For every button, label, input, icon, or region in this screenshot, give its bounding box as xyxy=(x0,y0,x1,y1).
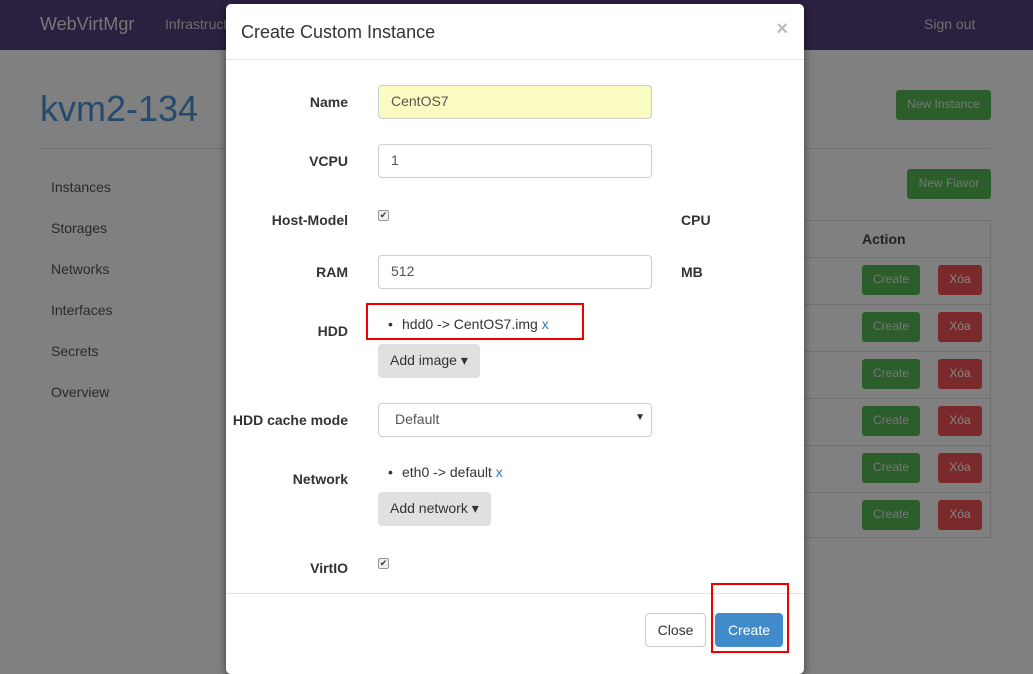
row-divider xyxy=(781,304,990,305)
add-network-label: Add network xyxy=(390,500,468,516)
cache-mode-select[interactable]: Default ▼ xyxy=(378,403,652,437)
sidebar-item-interfaces[interactable]: Interfaces xyxy=(51,302,112,318)
sidebar-item-networks[interactable]: Networks xyxy=(51,261,109,277)
name-input[interactable]: CentOS7 xyxy=(378,85,652,119)
ram-unit: MB xyxy=(681,264,703,280)
row-create-button[interactable]: Create xyxy=(862,453,920,483)
highlight-box xyxy=(366,303,584,340)
sidebar-item-instances[interactable]: Instances xyxy=(51,179,111,195)
virtio-checkbox[interactable]: ✔ xyxy=(378,558,389,569)
row-create-button[interactable]: Create xyxy=(862,359,920,389)
row-create-button[interactable]: Create xyxy=(862,406,920,436)
cache-mode-label: HDD cache mode xyxy=(232,412,348,428)
row-divider xyxy=(781,445,990,446)
row-delete-button[interactable]: Xóa xyxy=(938,359,982,389)
sidebar-item-storages[interactable]: Storages xyxy=(51,220,107,236)
row-delete-button[interactable]: Xóa xyxy=(938,453,982,483)
add-image-button[interactable]: Add image ▾ xyxy=(378,344,480,378)
vcpu-input[interactable]: 1 xyxy=(378,144,652,178)
row-create-button[interactable]: Create xyxy=(862,312,920,342)
sidebar-item-secrets[interactable]: Secrets xyxy=(51,343,98,359)
row-create-button[interactable]: Create xyxy=(862,500,920,530)
add-network-button[interactable]: Add network ▾ xyxy=(378,492,491,526)
vcpu-label: VCPU xyxy=(309,153,348,169)
hdd-label: HDD xyxy=(317,323,348,339)
cache-mode-value: Default xyxy=(395,411,440,427)
sidebar-item-overview[interactable]: Overview xyxy=(51,384,109,400)
virtio-label: VirtIO xyxy=(310,560,348,576)
chevron-down-icon: ▼ xyxy=(635,412,645,423)
flavor-table: Action Create Xóa Create Xóa Create Xóa … xyxy=(780,220,991,538)
brand-link[interactable]: WebVirtMgr xyxy=(40,14,134,35)
row-delete-button[interactable]: Xóa xyxy=(938,265,982,295)
network-item-text: eth0 -> default xyxy=(402,464,492,480)
modal-title: Create Custom Instance xyxy=(241,22,436,42)
row-create-button[interactable]: Create xyxy=(862,265,920,295)
network-item: eth0 -> default x xyxy=(388,464,503,480)
cpu-unit: CPU xyxy=(681,212,711,228)
row-delete-button[interactable]: Xóa xyxy=(938,500,982,530)
ram-input[interactable]: 512 xyxy=(378,255,652,289)
page-title: kvm2-134 xyxy=(40,88,199,129)
ram-label: RAM xyxy=(316,264,348,280)
row-delete-button[interactable]: Xóa xyxy=(938,312,982,342)
new-flavor-button[interactable]: New Flavor xyxy=(907,169,991,199)
create-instance-modal: Create Custom Instance × Name CentOS7 VC… xyxy=(226,4,804,674)
remove-network-link[interactable]: x xyxy=(496,464,503,480)
row-divider xyxy=(781,398,990,399)
add-image-label: Add image xyxy=(390,352,457,368)
row-divider xyxy=(781,351,990,352)
network-label: Network xyxy=(292,471,348,487)
highlight-box xyxy=(711,583,789,653)
host-model-label: Host-Model xyxy=(271,212,348,228)
row-divider xyxy=(781,492,990,493)
name-label: Name xyxy=(309,94,348,110)
close-button[interactable]: Close xyxy=(645,613,706,647)
row-delete-button[interactable]: Xóa xyxy=(938,406,982,436)
host-model-checkbox[interactable]: ✔ xyxy=(378,210,389,221)
new-instance-button[interactable]: New Instance xyxy=(896,90,991,120)
sign-out-link[interactable]: Sign out xyxy=(924,16,975,32)
row-divider xyxy=(781,257,990,258)
close-icon[interactable]: × xyxy=(776,18,788,41)
action-header: Action xyxy=(862,231,906,247)
